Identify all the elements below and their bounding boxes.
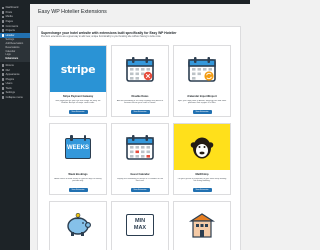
sidebar-item-label: Rooms [5,63,14,67]
view-extension-button[interactable]: View Extension [68,188,88,192]
calendar-grid-icon [112,124,168,170]
settings-icon [1,91,5,95]
view-extension-button[interactable]: View Extension [68,110,88,114]
view-extension-button[interactable]: View Extension [192,110,212,114]
min-max-graphic: MIN MAX [125,213,155,237]
collapse-icon [1,96,5,99]
extensions-panel: Supercharge your hotel website with exte… [37,26,241,250]
view-extension-button[interactable]: View Extension [130,188,150,192]
extension-card-deposits [49,201,107,250]
tools-icon [1,87,5,90]
sidebar-item-label: Collapse menu [5,96,23,100]
submenu-item-extensions[interactable]: Extensions [0,57,30,61]
mailchimp-logo [174,124,230,170]
sidebar-item-label: Hotelier [5,33,15,37]
card-description: Add the possibility to set close holiday… [116,99,164,105]
stripe-logo-text: stripe [60,62,96,76]
max-label: MAX [133,225,147,231]
sidebar-item-label: Comments [5,24,19,28]
extension-card-disable-dates: Disable Dates Add the possibility to set… [111,45,169,117]
card-title: iCalendar Import/Export [187,95,217,98]
hotelier-submenu: Settings Add Reservation Reservations Ca… [0,37,30,62]
building-icon [174,202,230,248]
users-icon [1,82,5,86]
stripe-logo: stripe [50,46,106,92]
dashboard-icon [1,6,5,10]
card-title: Disable Dates [131,95,149,98]
projects-icon [1,29,5,33]
card-description: Sync your room data to Airbnb, Booking.c… [177,99,227,105]
card-title: Guest Calendar [130,173,150,176]
view-extension-button[interactable]: View Extension [192,188,212,192]
posts-icon [1,11,5,14]
rooms-icon [1,64,5,67]
min-label: MIN [134,218,146,224]
sidebar-item-label: Media [5,15,13,19]
card-title: Week Bookings [68,173,88,176]
plugins-icon [1,77,5,81]
weeks-label: WEEKS [66,145,89,151]
card-description: Let your guests to subscribe to your Mai… [177,177,227,183]
extension-card-min-max: MIN MAX [111,201,169,250]
hotelier-icon [1,34,5,37]
sidebar-item-label: Dashboard [5,6,19,10]
calendar-ring [70,135,73,141]
sidebar-item-label: Posts [5,10,13,14]
comments-icon [1,24,5,28]
extension-card-multi-property [173,201,231,250]
mailchimp-monkey-icon [190,137,214,159]
calendar-x-icon [112,46,168,92]
page-title: Easy WP Hotelier Extensions [38,9,107,15]
min-max-icon: MIN MAX [112,202,168,248]
view-extension-button[interactable]: View Extension [130,110,150,114]
sidebar-item-label: Tools [5,86,12,90]
calendar-ring [83,135,86,141]
extension-card-mailchimp: MailChimp Let your guests to subscribe t… [173,123,231,195]
extension-card-stripe: stripe Stripe Payment Gateway Take payme… [49,45,107,117]
sidebar-item-label: Settings [5,91,15,95]
divi-icon [1,68,5,72]
sidebar-item-label: Users [5,82,13,86]
extension-card-icalendar: iCalendar Import/Export Sync your room d… [173,45,231,117]
card-title: MailChimp [195,173,209,176]
sidebar-item-label: Pages [5,20,13,24]
pages-icon [1,20,5,23]
sidebar-item-label: Divi [5,68,10,72]
intro-description: Premium extensions are a great way to ad… [41,36,162,38]
card-title: Stripe Payment Gateway [62,95,94,98]
extension-card-guest-calendar: Guest Calendar Display the availability … [111,123,169,195]
weeks-calendar-graphic: WEEKS [64,134,92,160]
calendar-sync-icon [174,46,230,92]
sidebar-item-label: Plugins [5,77,15,81]
card-description: Take payments on your site with Stripe f… [55,99,101,105]
piggy-bank-icon [50,202,106,248]
intro-title: Supercharge your hotel website with exte… [41,31,177,35]
sidebar-top-group: Dashboard Posts Media Pages Comments Pro… [0,6,30,34]
extension-card-week-bookings: WEEKS Week Bookings Allow clients to boo… [49,123,107,195]
appearance-icon [1,73,5,76]
weeks-calendar-icon: WEEKS [50,124,106,170]
admin-sidebar: Dashboard Posts Media Pages Comments Pro… [0,4,30,250]
media-icon [1,15,5,19]
sidebar-item-collapse[interactable]: Collapse menu [0,95,30,100]
sidebar-item-label: Projects [5,29,15,33]
main-content: Easy WP Hotelier Extensions Supercharge … [30,4,250,250]
card-description: Display the availability of rooms in a c… [116,177,164,183]
card-description: Allow clients to book rooms in specific … [54,177,102,183]
sidebar-bottom-group: Rooms Divi Appearance Plugins Users Tool… [0,63,30,100]
sidebar-item-label: Appearance [5,73,20,77]
